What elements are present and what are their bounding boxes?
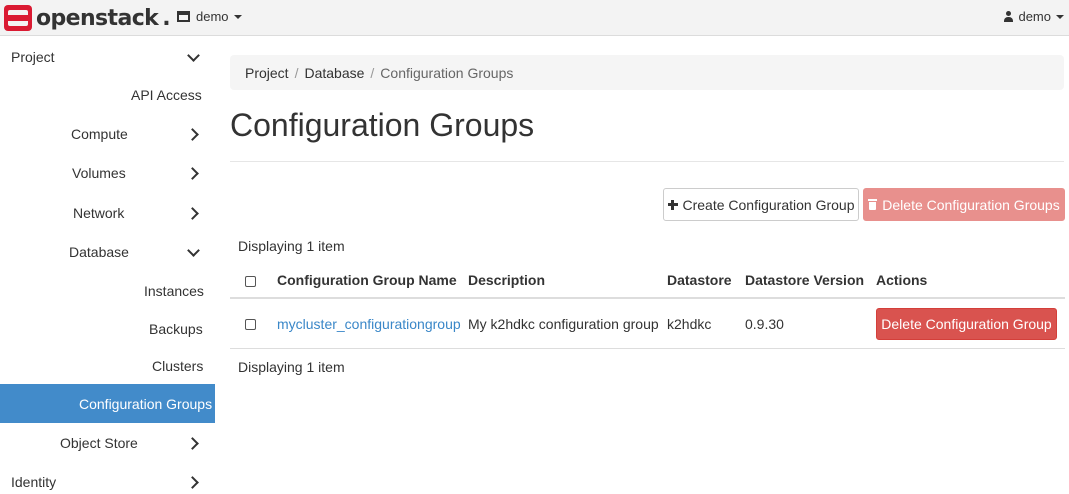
column-header-name[interactable]: Configuration Group Name [277,272,457,288]
user-menu[interactable]: demo [1004,9,1064,24]
sidebar-item-label: Project [11,48,55,65]
table-header: Configuration Group Name Description Dat… [230,263,1065,299]
sidebar-item-label: Instances [144,282,204,299]
sidebar-item-label: Object Store [60,434,138,451]
sidebar-item-label: Volumes [72,164,126,181]
table-row: mycluster_configurationgroup My k2hdkc c… [230,299,1065,349]
chevron-down-icon [186,50,200,64]
cell-datastore-version: 0.9.30 [745,316,784,332]
sidebar-item-label: Network [73,204,125,221]
project-icon [177,11,190,22]
trash-icon [868,199,878,210]
sidebar-item-label: API Access [131,86,202,103]
breadcrumb-item-database[interactable]: Database [304,65,364,81]
column-header-description[interactable]: Description [468,272,545,288]
delete-row-button-label: Delete Configuration Group [881,316,1052,332]
breadcrumb-separator: / [370,64,375,81]
user-menu-label: demo [1018,9,1051,24]
sidebar-item-volumes[interactable]: Volumes [0,153,215,192]
plus-icon [667,199,678,210]
caret-down-icon [233,14,242,19]
sidebar-item-clusters[interactable]: Clusters [0,346,215,385]
user-icon [1004,11,1014,22]
sidebar-item-label: Identity [11,473,57,490]
cell-datastore: k2hdkc [667,316,712,332]
cell-description: My k2hdkc configuration group [468,316,659,332]
delete-configuration-group-button[interactable]: Delete Configuration Group [876,308,1057,340]
chevron-right-icon [186,127,200,141]
create-button-label: Create Configuration Group [682,196,855,213]
sidebar-item-project[interactable]: Project [0,37,215,76]
item-count-bottom: Displaying 1 item [238,359,345,375]
top-navbar: openstack. demo demo [0,0,1069,36]
column-header-datastore-version[interactable]: Datastore Version [745,272,864,288]
openstack-logo-icon [4,5,32,31]
sidebar-item-label: Configuration Groups [79,395,213,412]
sidebar-item-label: Compute [71,125,128,142]
chevron-right-icon [186,166,200,180]
sidebar-item-label: Clusters [152,357,204,374]
sidebar-item-label: Database [69,243,129,260]
project-switcher[interactable]: demo [177,9,242,24]
breadcrumb-separator: / [294,64,299,81]
item-count-top: Displaying 1 item [238,238,345,254]
breadcrumb-item-project[interactable]: Project [245,65,289,81]
sidebar-item-backups[interactable]: Backups [0,309,215,348]
sidebar-item-database[interactable]: Database [0,232,215,271]
breadcrumb-item-current: Configuration Groups [380,64,514,81]
chevron-right-icon [186,206,200,220]
select-all-checkbox[interactable] [245,276,256,287]
breadcrumb: Project / Database / Configuration Group… [230,55,1064,90]
caret-down-icon [1056,14,1064,19]
create-configuration-group-button[interactable]: Create Configuration Group [663,188,859,221]
configuration-group-link[interactable]: mycluster_configurationgroup [277,316,461,332]
sidebar-item-configuration-groups[interactable]: Configuration Groups [0,384,215,423]
brand-dot: . [162,5,170,31]
chevron-down-icon [186,245,200,259]
sidebar-item-instances[interactable]: Instances [0,271,215,310]
chevron-right-icon [186,436,200,450]
row-checkbox[interactable] [245,319,256,330]
delete-button-label: Delete Configuration Groups [882,196,1060,213]
divider [230,161,1064,162]
chevron-right-icon [186,475,200,489]
brand-logo[interactable]: openstack. [4,4,171,32]
brand-name: openstack [36,5,159,31]
delete-configuration-groups-button[interactable]: Delete Configuration Groups [863,188,1065,221]
column-header-actions: Actions [876,272,928,288]
sidebar-item-identity[interactable]: Identity [0,462,215,494]
sidebar-item-api-access[interactable]: API Access [0,75,215,114]
column-header-datastore[interactable]: Datastore [667,272,732,288]
sidebar-item-label: Backups [149,320,203,337]
sidebar: Project API Access Compute Volumes Netwo… [0,37,215,494]
page-title: Configuration Groups [230,107,535,143]
project-switcher-label: demo [196,9,229,24]
sidebar-item-object-store[interactable]: Object Store [0,423,215,462]
sidebar-item-compute[interactable]: Compute [0,114,215,153]
sidebar-item-network[interactable]: Network [0,193,215,232]
